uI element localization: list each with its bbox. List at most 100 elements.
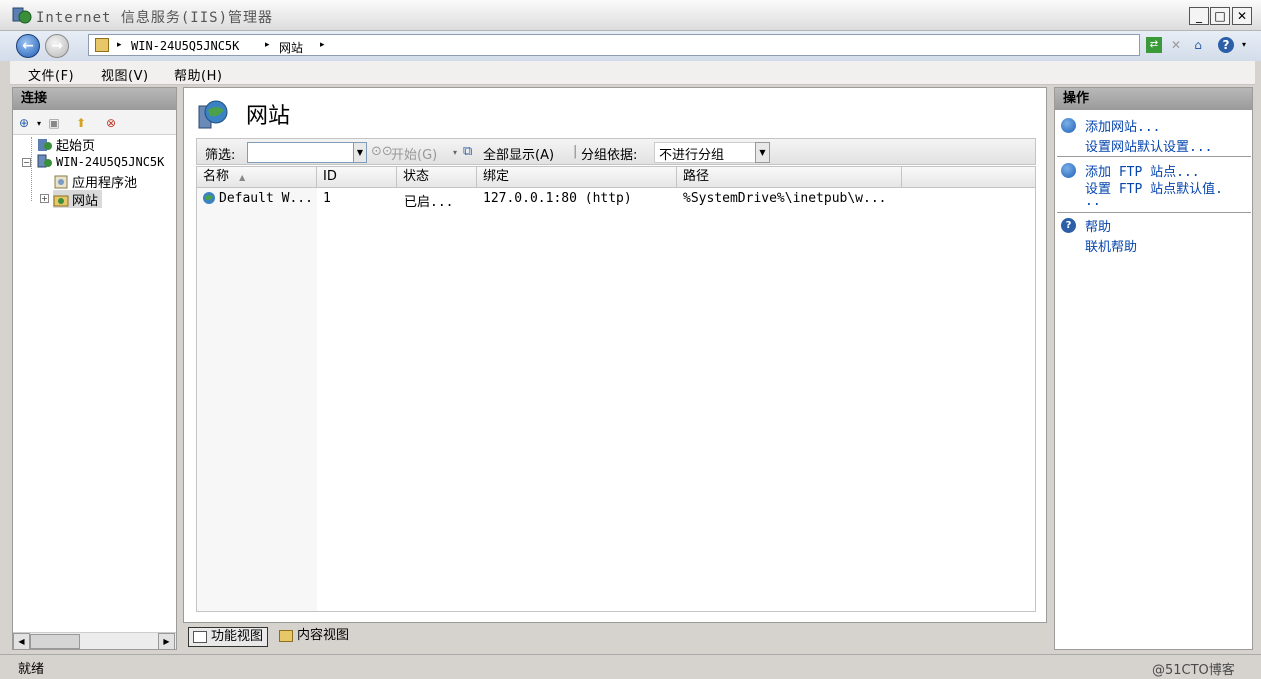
toolbar-separator: | xyxy=(573,144,578,159)
refresh-icon[interactable]: ⇄ xyxy=(1146,37,1162,53)
expand-icon[interactable]: + xyxy=(40,194,49,203)
column-header-status[interactable]: 状态 xyxy=(397,167,477,188)
actions-separator xyxy=(1057,212,1251,213)
set-ftp-defaults-link-continued[interactable]: .. xyxy=(1085,194,1101,209)
tree-label: 网站 xyxy=(72,194,99,209)
globe-icon xyxy=(203,192,215,204)
add-website-link[interactable]: 添加网站... xyxy=(1085,116,1160,135)
stop-icon[interactable]: ✕ xyxy=(1168,37,1184,53)
back-button[interactable]: ← xyxy=(16,34,40,58)
up-folder-icon[interactable]: ⬆ xyxy=(73,115,89,131)
close-icon: ✕ xyxy=(1236,9,1248,23)
chevron-down-icon[interactable]: ▾ xyxy=(31,116,47,132)
chevron-down-icon[interactable]: ▼ xyxy=(353,142,367,163)
name-column-background xyxy=(197,188,317,611)
cell-name: Default W... xyxy=(219,191,313,206)
scroll-left-icon[interactable]: ◀ xyxy=(13,633,30,650)
address-bar[interactable]: ▸ WIN-24U5Q5JNC5K ▸ 网站 ▸ xyxy=(88,34,1140,56)
grid-header: 名称 ▲ ID 状态 绑定 路径 xyxy=(197,167,1035,188)
minimize-icon: _ xyxy=(1196,9,1202,23)
breadcrumb-separator: ▸ xyxy=(320,40,325,50)
connections-pane: 连接 ⊕ ▾ ▣ ⬆ ⊗ 起始页 − WIN-24U5Q5JNC5K 应用程序池… xyxy=(12,87,177,650)
set-ftp-defaults-link[interactable]: 设置 FTP 站点默认值. xyxy=(1085,178,1223,197)
minimize-button[interactable]: _ xyxy=(1189,7,1209,25)
connections-header: 连接 xyxy=(13,88,176,110)
column-header-name[interactable]: 名称 ▲ xyxy=(197,167,317,188)
scroll-thumb[interactable] xyxy=(30,634,80,649)
content-view-icon xyxy=(279,630,293,642)
start-page-icon xyxy=(38,139,52,151)
folder-icon xyxy=(95,38,109,52)
column-header-path[interactable]: 路径 xyxy=(677,167,902,188)
menu-view[interactable]: 视图(V) xyxy=(101,65,149,84)
actions-header: 操作 xyxy=(1055,88,1252,110)
collapse-icon[interactable]: − xyxy=(22,158,31,167)
save-icon[interactable]: ▣ xyxy=(46,115,62,131)
maximize-button[interactable]: □ xyxy=(1210,7,1230,25)
tree-label: 应用程序池 xyxy=(72,176,138,191)
title-bar: Internet 信息服务(IIS)管理器 _ □ ✕ xyxy=(0,0,1261,31)
sites-globe-icon xyxy=(198,100,228,129)
tree-label: WIN-24U5Q5JNC5K xyxy=(56,155,165,169)
binoculars-icon: ⊙⊙ xyxy=(371,144,393,159)
group-by-value: 不进行分组 xyxy=(659,148,725,163)
column-header-binding[interactable]: 绑定 xyxy=(477,167,677,188)
tree-item-app-pools[interactable]: 应用程序池 xyxy=(53,172,138,191)
globe-add-icon xyxy=(1061,118,1076,133)
show-all-button[interactable]: 全部显示(A) xyxy=(483,144,554,163)
iis-app-icon xyxy=(12,7,32,24)
forward-button[interactable]: → xyxy=(45,34,69,58)
cell-path: %SystemDrive%\inetpub\w... xyxy=(683,191,887,206)
app-pool-icon xyxy=(54,175,68,189)
menu-help[interactable]: 帮助(H) xyxy=(174,65,222,84)
breadcrumb-sites[interactable]: 网站 xyxy=(279,39,303,56)
globe-add-icon xyxy=(1061,163,1076,178)
cell-binding: 127.0.0.1:80 (http) xyxy=(483,191,632,206)
chevron-down-icon[interactable]: ▾ xyxy=(1236,37,1252,53)
sites-folder-icon xyxy=(53,195,69,207)
help-icon: ? xyxy=(1061,218,1076,233)
horizontal-scrollbar[interactable]: ◀ ▶ xyxy=(13,632,176,650)
page-title: 网站 xyxy=(246,104,291,129)
filter-input[interactable] xyxy=(247,142,367,163)
view-tabs: 功能视图 内容视图 xyxy=(183,625,1047,649)
home-icon[interactable]: ⌂ xyxy=(1190,37,1206,53)
show-all-icon: ⧉ xyxy=(463,144,473,159)
window-title: Internet 信息服务(IIS)管理器 xyxy=(36,10,274,26)
menu-file[interactable]: 文件(F) xyxy=(28,65,74,84)
connections-toolbar: ⊕ ▾ ▣ ⬆ ⊗ xyxy=(13,110,176,135)
tree-item-sites[interactable]: 网站 xyxy=(53,190,103,209)
start-filter-button[interactable]: 开始(G) xyxy=(391,144,437,163)
cell-id: 1 xyxy=(323,191,331,206)
tree-item-start-page[interactable]: 起始页 xyxy=(37,135,95,154)
help-link[interactable]: 帮助 xyxy=(1085,216,1111,235)
tab-content-view[interactable]: 内容视图 xyxy=(275,627,353,647)
connect-icon[interactable]: ⊕ xyxy=(16,115,32,131)
watermark: @51CTO博客 xyxy=(1152,663,1235,678)
online-help-link[interactable]: 联机帮助 xyxy=(1085,236,1137,255)
close-button[interactable]: ✕ xyxy=(1232,7,1252,25)
filter-label: 筛选: xyxy=(205,148,236,163)
group-by-select[interactable]: 不进行分组 xyxy=(654,142,770,163)
help-icon[interactable]: ? xyxy=(1218,37,1234,53)
column-header-id[interactable]: ID xyxy=(317,167,397,188)
scroll-right-icon[interactable]: ▶ xyxy=(158,633,175,650)
maximize-icon: □ xyxy=(1214,9,1226,23)
status-bar: 就绪 @51CTO博客 xyxy=(0,654,1261,679)
navigation-bar: ← → ▸ WIN-24U5Q5JNC5K ▸ 网站 ▸ ⇄ ✕ ⌂ ? ▾ xyxy=(0,31,1261,61)
chevron-down-icon[interactable]: ▼ xyxy=(755,142,770,163)
table-row[interactable]: Default W... 1 已启... 127.0.0.1:80 (http)… xyxy=(197,189,1035,210)
chevron-down-icon[interactable]: ▾ xyxy=(453,148,457,157)
breadcrumb-separator: ▸ xyxy=(265,40,270,50)
server-icon xyxy=(37,154,52,168)
disconnect-icon[interactable]: ⊗ xyxy=(103,115,119,131)
breadcrumb-server[interactable]: WIN-24U5Q5JNC5K xyxy=(131,39,239,53)
menu-bar: 文件(F) 视图(V) 帮助(H) xyxy=(10,61,1255,85)
sites-grid: 名称 ▲ ID 状态 绑定 路径 Default W... 1 已启... 12… xyxy=(196,166,1036,612)
tab-features-view[interactable]: 功能视图 xyxy=(188,627,269,647)
actions-separator xyxy=(1057,156,1251,157)
breadcrumb-separator: ▸ xyxy=(117,40,122,50)
tree-item-server[interactable]: WIN-24U5Q5JNC5K xyxy=(37,154,164,172)
sort-ascending-icon: ▲ xyxy=(239,173,246,182)
set-website-defaults-link[interactable]: 设置网站默认设置... xyxy=(1085,136,1212,155)
